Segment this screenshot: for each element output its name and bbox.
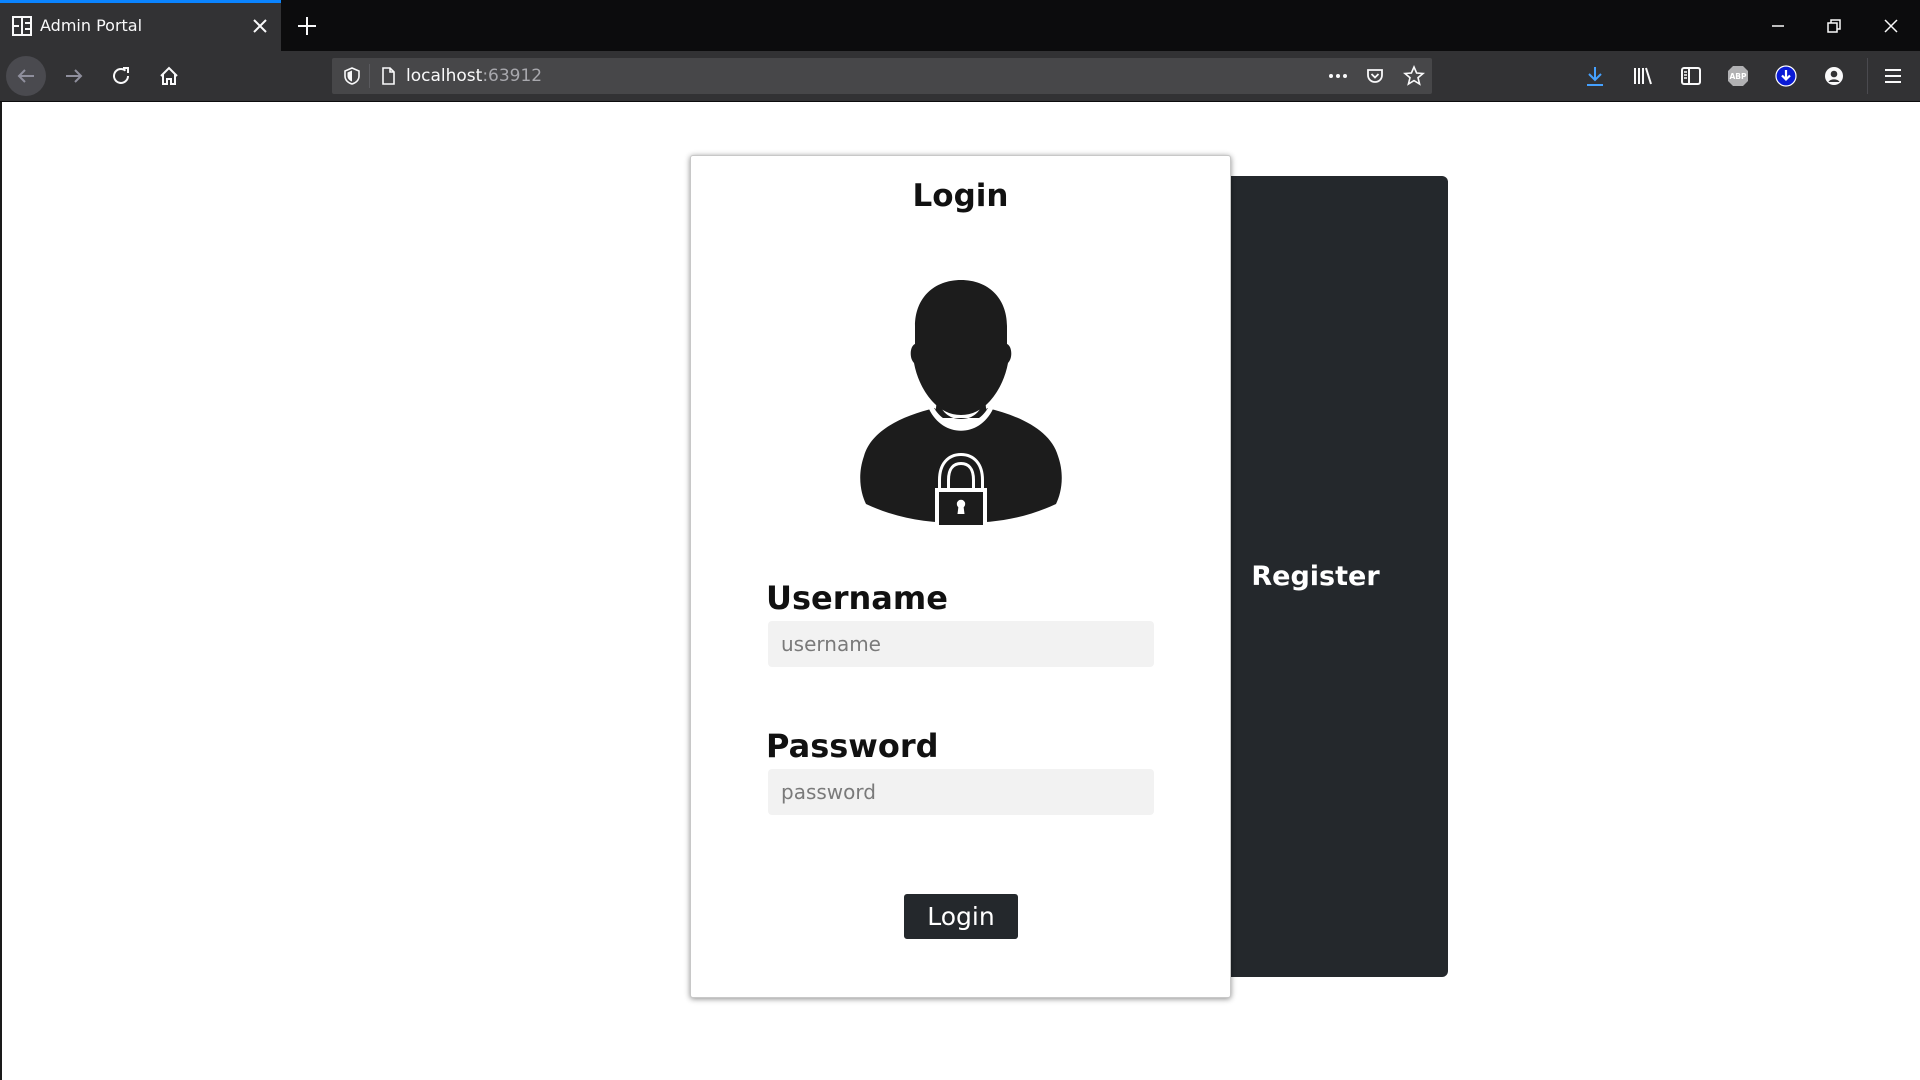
- close-icon[interactable]: [248, 14, 272, 38]
- viewport-edge: [0, 102, 2, 1080]
- user-lock-icon: [860, 280, 1062, 528]
- tab-strip: Admin Portal: [0, 0, 1920, 51]
- minimize-icon[interactable]: [1764, 12, 1792, 40]
- login-button[interactable]: Login: [904, 894, 1018, 939]
- svg-text:ABP: ABP: [1729, 72, 1747, 81]
- download-icon[interactable]: [1583, 64, 1607, 88]
- hamburger-menu-icon[interactable]: [1881, 64, 1905, 88]
- abp-icon[interactable]: ABP: [1726, 64, 1750, 88]
- url-host: localhost: [406, 66, 483, 86]
- url-divider: [369, 64, 370, 88]
- reload-icon: [113, 67, 129, 84]
- restore-icon[interactable]: [1820, 12, 1848, 40]
- sidebar-icon[interactable]: [1679, 64, 1703, 88]
- url-port: :63912: [482, 66, 543, 86]
- password-input[interactable]: [768, 769, 1154, 815]
- browser-tab[interactable]: Admin Portal: [0, 0, 281, 51]
- arrow-left-icon: [17, 69, 34, 83]
- download-circle-icon[interactable]: [1774, 64, 1798, 88]
- login-title: Login: [912, 178, 1009, 214]
- active-tab-indicator: [0, 0, 281, 3]
- shield-icon[interactable]: [342, 66, 362, 86]
- login-card: Login Username Password Login: [690, 155, 1231, 998]
- forward-button[interactable]: [56, 58, 92, 94]
- account-icon[interactable]: [1822, 64, 1846, 88]
- password-label: Password: [766, 727, 939, 765]
- reload-button[interactable]: [103, 58, 139, 94]
- library-icon[interactable]: [1631, 64, 1655, 88]
- page-icon[interactable]: [378, 66, 398, 86]
- address-bar[interactable]: localhost:63912: [332, 58, 1432, 94]
- grid-app-icon: [12, 16, 32, 36]
- register-label[interactable]: Register: [1228, 176, 1403, 977]
- star-icon[interactable]: [1403, 65, 1425, 87]
- back-button[interactable]: [6, 56, 46, 96]
- tab-title: Admin Portal: [40, 16, 143, 35]
- ellipsis-icon[interactable]: [1326, 66, 1350, 86]
- username-input[interactable]: [768, 621, 1154, 667]
- toolbar-border: [0, 101, 1920, 102]
- url-text: localhost:63912: [406, 66, 542, 86]
- arrow-right-icon: [66, 69, 83, 83]
- navigation-bar: localhost:63912 ABP: [0, 51, 1920, 101]
- toolbar-divider: [1867, 58, 1868, 94]
- pocket-icon[interactable]: [1365, 66, 1385, 86]
- register-panel[interactable]: Register: [1228, 176, 1448, 977]
- home-icon: [160, 66, 178, 85]
- close-window-icon[interactable]: [1877, 12, 1905, 40]
- plus-icon[interactable]: [294, 13, 320, 39]
- username-label: Username: [766, 579, 948, 617]
- home-button[interactable]: [151, 58, 187, 94]
